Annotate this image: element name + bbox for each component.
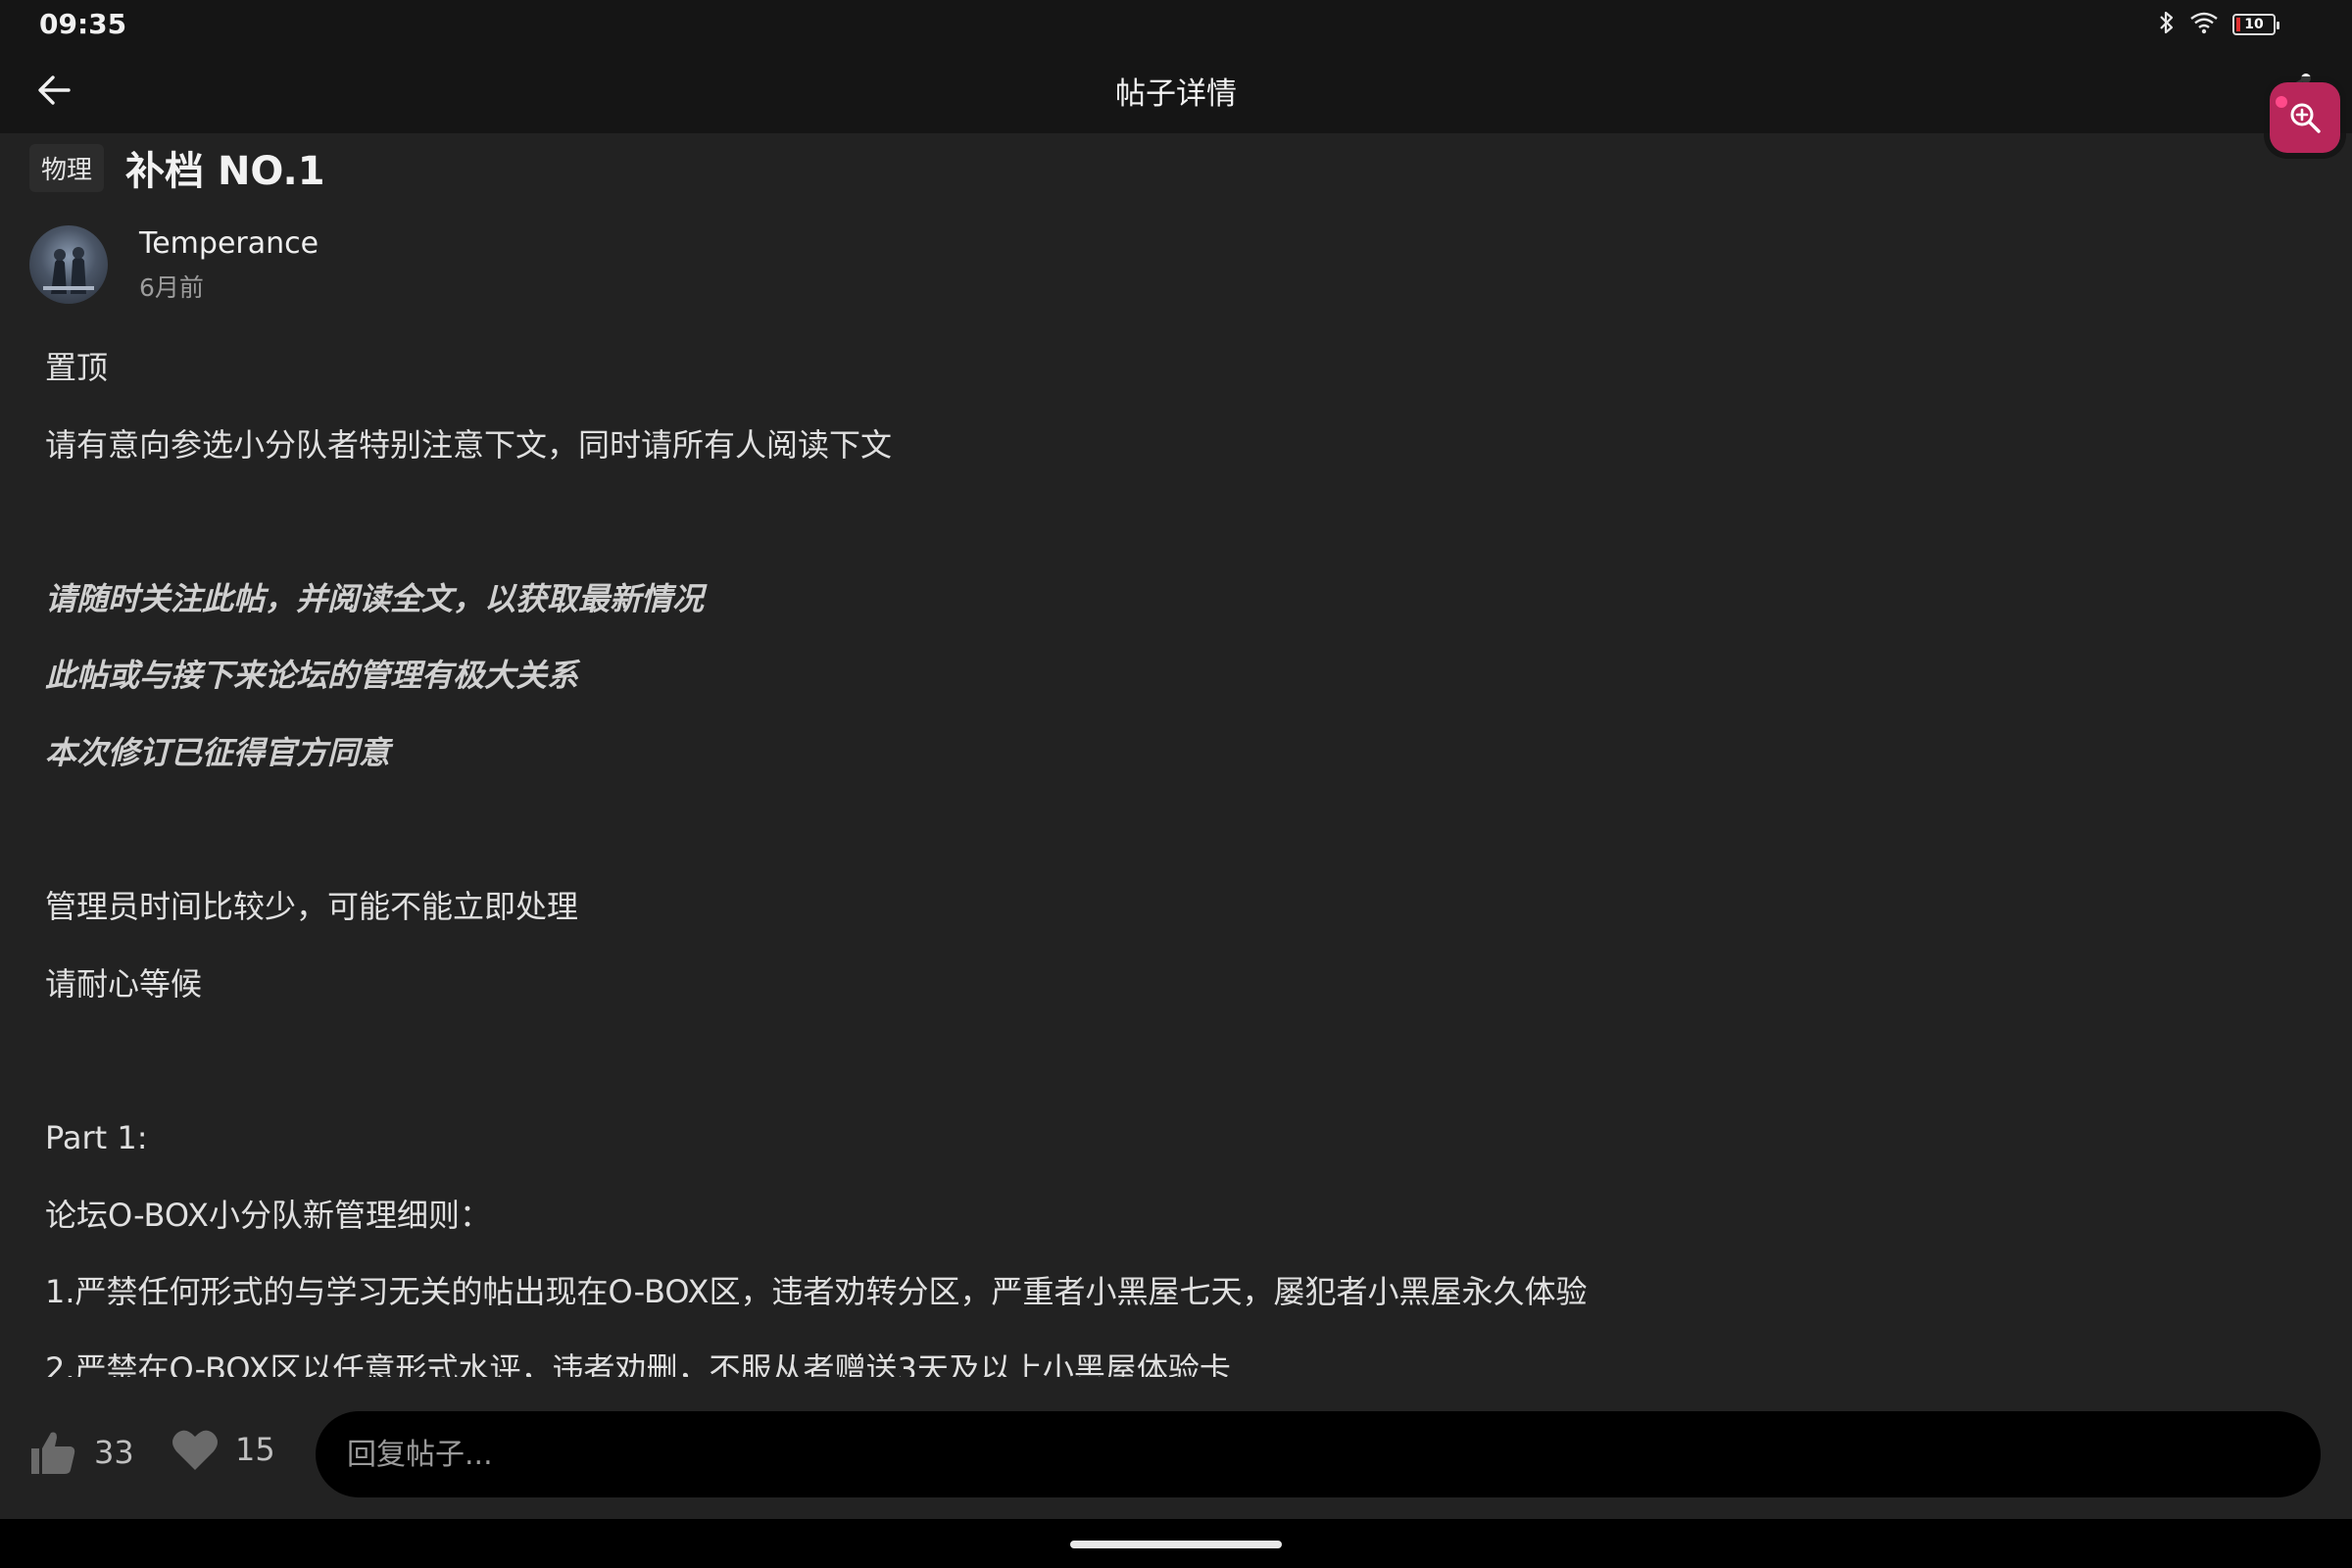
post-paragraph: 置顶 (45, 349, 109, 386)
avatar[interactable] (29, 225, 108, 304)
zoom-in-icon (2290, 103, 2321, 133)
author-meta: Temperance 6月前 (139, 226, 318, 304)
like-count: 33 (94, 1434, 134, 1471)
page-title: 帖子详情 (1115, 76, 1237, 112)
post-paragraph: Part 1: (45, 1118, 148, 1156)
post-paragraph: 管理员时间比较少，可能不能立即处理 (45, 888, 579, 926)
bottom-action-bar: 33 15 (0, 1392, 2352, 1519)
post-paragraph: 请随时关注此帖，并阅读全文，以获取最新情况 (45, 579, 705, 617)
post-paragraph: 请耐心等候 (45, 964, 203, 1003)
post-time: 6月前 (139, 272, 204, 302)
post-paragraph: 此帖或与接下来论坛的管理有极大关系 (45, 657, 579, 695)
post-paragraph: 请有意向参选小分队者特别注意下文，同时请所有人阅读下文 (45, 425, 893, 464)
home-indicator[interactable] (1070, 1541, 1282, 1548)
battery-icon: 10 (2232, 14, 2279, 35)
app-root: 09:35 10 帖子详情 物理 补档 NO.1 Temperance 6月前 … (0, 0, 2352, 1568)
wifi-icon (2189, 11, 2219, 38)
post-paragraph: 1.严禁任何形式的与学习无关的帖出现在O-BOX区，违者劝转分区，严重者小黑屋七… (45, 1273, 1588, 1311)
favorite-button[interactable]: 15 (171, 1427, 275, 1472)
status-time: 09:35 (39, 8, 127, 40)
category-tag[interactable]: 物理 (29, 143, 105, 192)
battery-level-text: 10 (2244, 17, 2264, 32)
post-paragraph: 2.严禁在O-BOX区以任意形式水评，违者劝删，不服从者赠送3天及以上小黑屋体验… (45, 1349, 1231, 1377)
thumbs-up-icon (31, 1432, 75, 1474)
heart-icon (172, 1430, 218, 1470)
reply-input[interactable] (316, 1411, 2321, 1497)
author-name[interactable]: Temperance (139, 226, 318, 261)
favorite-count: 15 (235, 1431, 275, 1468)
battery-level-fill (2236, 18, 2240, 31)
post-body: 置顶请有意向参选小分队者特别注意下文，同时请所有人阅读下文 请随时关注此帖，并阅读… (45, 343, 2201, 1377)
author-row[interactable]: Temperance 6月前 (29, 225, 318, 304)
notification-dot (2276, 96, 2287, 108)
post-title: 补档 NO.1 (125, 149, 325, 194)
bluetooth-icon (2158, 10, 2176, 39)
top-app-bar: 帖子详情 (0, 49, 2352, 133)
status-icons: 10 (2158, 10, 2279, 39)
status-bar: 09:35 10 (0, 0, 2352, 49)
zoom-floating-button[interactable] (2270, 82, 2340, 153)
post-paragraph: 本次修订已征得官方同意 (45, 733, 391, 771)
post-paragraph: 论坛O-BOX小分队新管理细则： (45, 1196, 491, 1234)
like-button[interactable]: 33 (27, 1427, 134, 1478)
system-nav-bar (0, 1519, 2352, 1568)
post-header: 物理 补档 NO.1 (29, 139, 325, 196)
